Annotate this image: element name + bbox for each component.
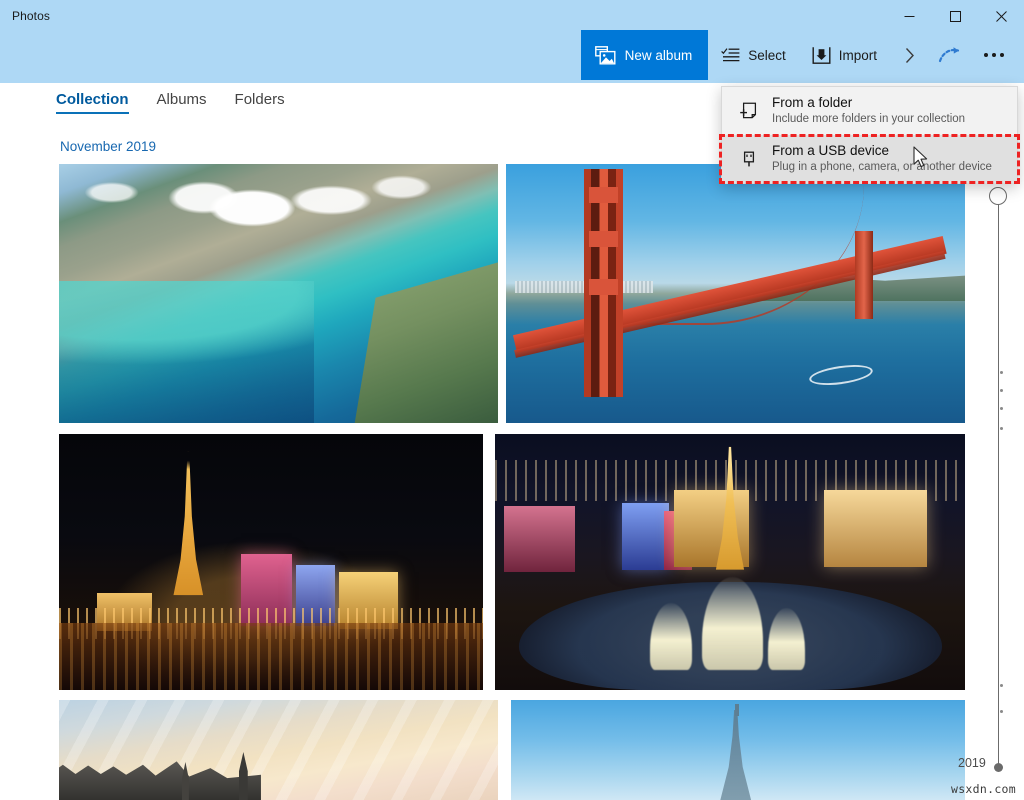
more-ellipsis-icon [984,53,988,57]
golden-gate-bridge-photo [506,164,965,423]
expand-more-commands-button[interactable] [890,30,930,80]
eiffel-tower-shape [719,710,752,800]
menu-item-title: From a USB device [772,143,890,159]
title-bar: Photos New album Select Import [0,0,1024,83]
bridge-tower-far [854,231,874,320]
photo-tile-paris-rooftops[interactable] [59,700,498,800]
watermark-text: wsxdn.com [950,782,1016,796]
timeline-tick [1000,710,1003,713]
photo-tile-aerial-coastline[interactable] [59,164,498,423]
vegas-building-blue [621,503,669,570]
menu-item-from-a-usb-device-text: From a USB device Plug in a phone, camer… [772,143,992,174]
select-button[interactable]: Select [708,30,799,80]
timeline-tick [1000,684,1003,687]
import-button[interactable]: Import [799,30,890,80]
folder-add-icon [738,101,760,121]
new-album-icon [594,45,616,64]
timeline-tick [1000,427,1003,430]
photo-tile-las-vegas-fountains[interactable] [495,434,965,690]
window-controls [886,0,1024,32]
tab-albums[interactable]: Albums [157,91,207,114]
menu-item-from-a-folder-text: From a folder Include more folders in yo… [772,95,965,126]
night-water-reflection [59,623,483,690]
close-button[interactable] [978,0,1024,32]
aerial-coastline-photo [59,164,498,423]
timeline-tick [1000,389,1003,392]
photos-app-window: Photos New album Select Import Collectio… [0,0,1024,800]
menu-item-from-a-folder[interactable]: From a folder Include more folders in yo… [722,87,1017,135]
import-icon [812,46,831,64]
coast-hills [354,262,498,423]
night-tower [173,451,204,596]
close-icon [995,10,1007,22]
bridge-tower-near [584,169,624,398]
tab-albums-label: Albums [156,91,207,108]
import-dropdown-menu: From a folder Include more folders in yo… [721,86,1018,184]
vegas-building-pink [504,505,575,573]
paris-night-skyline-photo [59,434,483,690]
timeline-tick [1000,371,1003,374]
timeline-rail [998,203,999,768]
menu-item-title: From a folder [772,95,853,111]
menu-item-subtitle: Plug in a phone, camera, or another devi… [772,161,992,174]
more-ellipsis-icon [1000,53,1004,57]
las-vegas-fountains-photo [495,434,965,690]
photo-tile-golden-gate-bridge[interactable] [506,164,965,423]
import-label: Import [838,47,877,63]
select-icon [721,48,740,62]
maximize-icon [949,10,961,22]
minimize-button[interactable] [886,0,932,32]
menu-item-subtitle: Include more folders in your collection [772,113,966,126]
photo-collection-area: November 2019 [0,131,1024,800]
photo-tile-paris-night-skyline[interactable] [59,434,483,690]
app-title: Photos [12,9,50,23]
maximize-button[interactable] [932,0,978,32]
command-bar: New album Select Import [0,30,1024,80]
select-label: Select [748,47,786,63]
new-album-label: New album [624,47,693,63]
more-options-button[interactable] [970,30,1018,80]
menu-item-from-a-usb-device[interactable]: From a USB device Plug in a phone, camer… [722,135,1017,183]
more-ellipsis-icon [992,53,996,57]
new-album-button[interactable]: New album [580,30,709,80]
paris-rooftops-photo [59,700,498,800]
tab-collection-label: Collection [56,91,129,108]
boat-wake [807,361,875,389]
photo-tile-eiffel-tower[interactable] [511,700,965,800]
vegas-building-gold-right [824,490,928,568]
usb-device-icon [738,149,760,169]
month-heading: November 2019 [60,139,157,154]
timeline-scrollbar[interactable]: 2019 [958,131,1024,800]
timeline-end-dot [994,763,1003,772]
chevron-right-icon [905,47,914,63]
minimize-icon [904,15,914,17]
tab-folders[interactable]: Folders [235,91,285,114]
timeline-handle-icon[interactable] [989,187,1007,205]
tab-folders-label: Folders [234,91,285,108]
timeline-year-label: 2019 [958,756,986,770]
share-arc-icon [938,47,960,63]
tab-collection[interactable]: Collection [56,91,129,114]
share-button[interactable] [930,30,970,80]
eiffel-tower-sky-photo [511,700,965,800]
timeline-tick [1000,407,1003,410]
